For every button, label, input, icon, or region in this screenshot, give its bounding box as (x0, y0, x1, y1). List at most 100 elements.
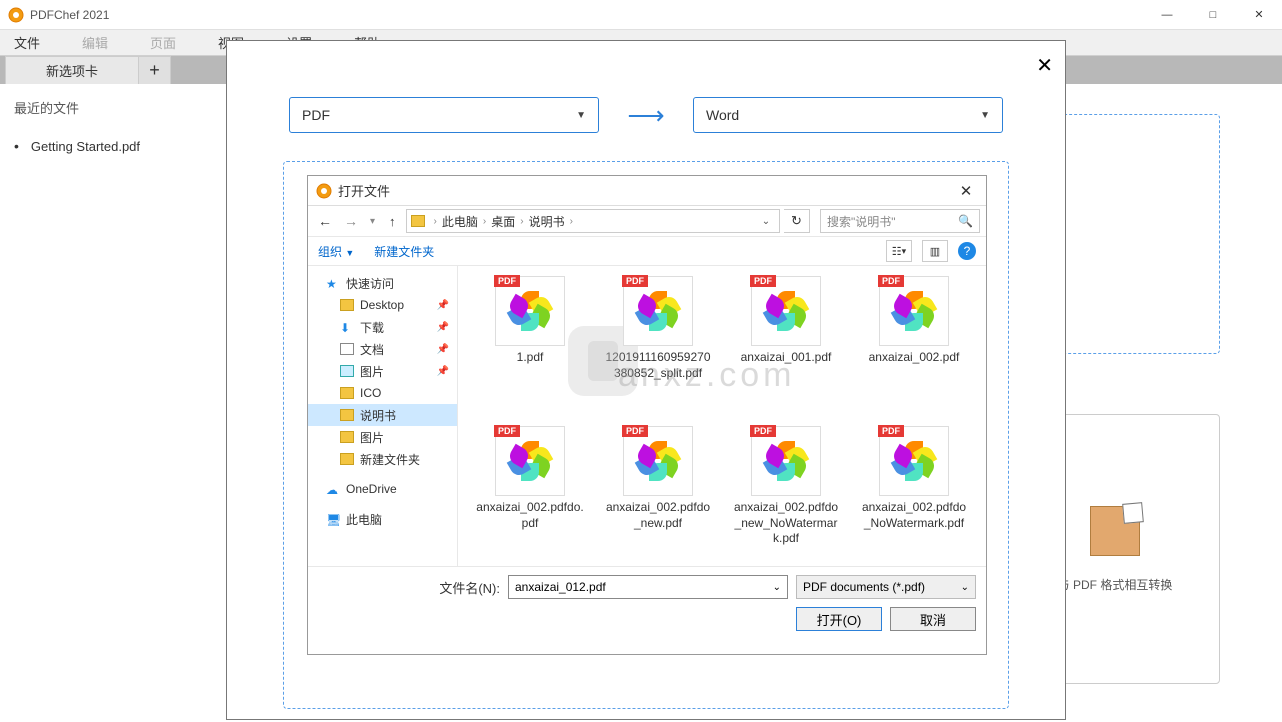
pin-icon: 📌 (437, 344, 449, 355)
open-button[interactable]: 打开(O) (796, 607, 882, 631)
search-placeholder: 搜索"说明书" (827, 213, 896, 230)
chevron-down-icon: ⌄ (961, 582, 969, 593)
sidebar-onedrive[interactable]: ☁OneDrive (308, 478, 457, 500)
convert-card-text: 与 PDF 格式相互转换 (1058, 576, 1173, 593)
dialog-nav-bar: ← → ▾ ↑ › 此电脑 › 桌面 › 说明书 › ⌄ ↻ 搜索"说明书" 🔍 (308, 206, 986, 236)
pin-icon: 📌 (437, 322, 449, 333)
preview-pane-button[interactable]: ▥ (922, 240, 948, 262)
sidebar-manual[interactable]: 说明书 (308, 404, 457, 426)
recent-file-item[interactable]: Getting Started.pdf (14, 138, 140, 154)
sidebar-documents[interactable]: 文档📌 (308, 338, 457, 360)
file-grid: PDF 1.pdf PDF 1201911160959270380852_spl… (458, 266, 986, 566)
dialog-title: 打开文件 (338, 181, 390, 200)
breadcrumb-sep: › (517, 216, 526, 227)
folder-icon (340, 387, 354, 399)
folder-icon (340, 453, 354, 465)
new-folder-button[interactable]: 新建文件夹 (374, 243, 434, 260)
file-thumbnail: PDF (623, 276, 693, 346)
menu-page: 页面 (150, 33, 176, 52)
file-item[interactable]: PDF 1201911160959270380852_split.pdf (594, 276, 722, 426)
file-thumbnail: PDF (495, 426, 565, 496)
file-item[interactable]: PDF anxaizai_002.pdf (850, 276, 978, 426)
breadcrumb-sep: › (431, 216, 440, 227)
app-title: PDFChef 2021 (30, 8, 109, 22)
file-item[interactable]: PDF anxaizai_002.pdfdo.pdf (466, 426, 594, 566)
file-item[interactable]: PDF 1.pdf (466, 276, 594, 426)
pdf-badge: PDF (878, 425, 904, 437)
menu-file[interactable]: 文件 (14, 33, 40, 52)
breadcrumb-pc[interactable]: 此电脑 (442, 213, 478, 230)
breadcrumb-folder[interactable]: 说明书 (529, 213, 565, 230)
folder-icon (340, 409, 354, 421)
filename-value: anxaizai_012.pdf (515, 580, 606, 594)
file-thumbnail: PDF (751, 426, 821, 496)
from-format-label: PDF (302, 107, 330, 123)
path-dropdown-icon[interactable]: ⌄ (757, 216, 775, 227)
file-item[interactable]: PDF anxaizai_002.pdfdo_new_NoWatermark.p… (722, 426, 850, 566)
view-mode-button[interactable]: ☷ ▾ (886, 240, 912, 262)
refresh-button[interactable]: ↻ (784, 209, 810, 233)
dialog-title-bar: 打开文件 ✕ (308, 176, 986, 206)
cloud-icon: ☁ (326, 483, 340, 495)
maximize-button[interactable]: □ (1190, 0, 1236, 30)
pdf-badge: PDF (494, 275, 520, 287)
sidebar-tree: ★快速访问 Desktop📌 ⬇下载📌 文档📌 图片📌 ICO 说明书 图片 新… (308, 266, 458, 566)
file-thumbnail: PDF (751, 276, 821, 346)
folder-icon (340, 431, 354, 443)
cancel-button[interactable]: 取消 (890, 607, 976, 631)
convert-icon (1090, 506, 1140, 556)
chevron-down-icon: ⌄ (773, 582, 781, 593)
sidebar-newfolder[interactable]: 新建文件夹 (308, 448, 457, 470)
pdf-badge: PDF (622, 425, 648, 437)
sidebar-quick-access[interactable]: ★快速访问 (308, 272, 457, 294)
file-name-label: anxaizai_002.pdfdo_NoWatermark.pdf (859, 500, 969, 531)
tab-new-label: 新选项卡 (46, 61, 98, 80)
organize-button[interactable]: 组织 ▼ (318, 243, 354, 260)
file-item[interactable]: PDF anxaizai_002.pdfdo_new.pdf (594, 426, 722, 566)
breadcrumb-sep: › (480, 216, 489, 227)
help-icon[interactable]: ? (958, 242, 976, 260)
search-icon: 🔍 (958, 214, 973, 228)
file-item[interactable]: PDF anxaizai_002.pdfdo_NoWatermark.pdf (850, 426, 978, 566)
pin-icon: 📌 (437, 300, 449, 311)
filetype-filter-select[interactable]: PDF documents (*.pdf) ⌄ (796, 575, 976, 599)
file-name-label: 1201911160959270380852_split.pdf (603, 350, 713, 381)
path-breadcrumb[interactable]: › 此电脑 › 桌面 › 说明书 › ⌄ (406, 209, 780, 233)
picture-icon (340, 365, 354, 377)
download-icon: ⬇ (340, 321, 354, 333)
nav-forward-button: → (340, 213, 362, 229)
nav-up-button[interactable]: ↑ (383, 214, 402, 229)
sidebar-thispc[interactable]: 🖥此电脑 (308, 508, 457, 530)
sidebar-downloads[interactable]: ⬇下载📌 (308, 316, 457, 338)
recent-files-label: 最近的文件 (14, 98, 79, 117)
close-window-button[interactable]: ✕ (1236, 0, 1282, 30)
dialog-bottom: 文件名(N): anxaizai_012.pdf ⌄ PDF documents… (308, 566, 986, 641)
tab-add-button[interactable]: + (139, 56, 171, 84)
search-input[interactable]: 搜索"说明书" 🔍 (820, 209, 980, 233)
app-icon (8, 7, 24, 23)
tab-new[interactable]: 新选项卡 (5, 56, 139, 84)
minimize-button[interactable]: ― (1144, 0, 1190, 30)
sidebar-ico[interactable]: ICO (308, 382, 457, 404)
chevron-down-icon: ▼ (980, 110, 990, 121)
title-bar: PDFChef 2021 ― □ ✕ (0, 0, 1282, 30)
file-thumbnail: PDF (623, 426, 693, 496)
dialog-close-button[interactable]: ✕ (946, 182, 986, 200)
sidebar-desktop[interactable]: Desktop📌 (308, 294, 457, 316)
folder-icon (340, 299, 354, 311)
sidebar-pictures2[interactable]: 图片 (308, 426, 457, 448)
open-file-dialog: 打开文件 ✕ ← → ▾ ↑ › 此电脑 › 桌面 › 说明书 › ⌄ ↻ 搜索… (307, 175, 987, 655)
filename-label: 文件名(N): (439, 578, 500, 597)
pdf-badge: PDF (750, 425, 776, 437)
modal-close-button[interactable]: ✕ (1036, 53, 1053, 78)
chevron-down-icon: ▼ (576, 110, 586, 121)
filename-input[interactable]: anxaizai_012.pdf ⌄ (508, 575, 788, 599)
nav-history-dropdown[interactable]: ▾ (366, 216, 379, 227)
sidebar-pictures[interactable]: 图片📌 (308, 360, 457, 382)
to-format-select[interactable]: Word ▼ (693, 97, 1003, 133)
breadcrumb-sep: › (567, 216, 576, 227)
file-item[interactable]: PDF anxaizai_001.pdf (722, 276, 850, 426)
breadcrumb-desktop[interactable]: 桌面 (491, 213, 515, 230)
nav-back-button[interactable]: ← (314, 213, 336, 229)
from-format-select[interactable]: PDF ▼ (289, 97, 599, 133)
